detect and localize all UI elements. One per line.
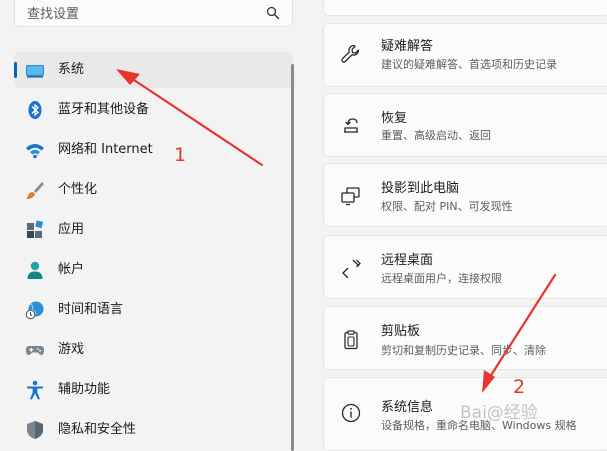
globe-clock-icon (25, 301, 44, 320)
annotation-marker-2: 2 (513, 376, 526, 398)
sidebar-scrollbar[interactable] (291, 64, 294, 451)
recovery-icon (344, 118, 358, 133)
wifi-icon (26, 144, 44, 159)
sidebar-item-apps[interactable]: 应用 (14, 212, 293, 248)
card-project-to-pc[interactable]: 投影到此电脑 权限、配对 PIN、可发现性 (323, 163, 607, 227)
sidebar-item-label: 系统 (58, 62, 85, 77)
sidebar-item-label: 时间和语言 (58, 302, 124, 317)
card-subtitle: 权限、配对 PIN、可发现性 (381, 200, 513, 213)
project-icon (341, 187, 360, 206)
watermark: Bai@经验 (460, 403, 538, 423)
sidebar-item-label: 游戏 (58, 342, 85, 357)
sidebar-item-label: 帐户 (58, 262, 85, 277)
brush-icon (26, 182, 44, 199)
sidebar-item-network[interactable]: 网络和 Internet (14, 132, 293, 168)
sidebar-item-personalization[interactable]: 个性化 (14, 172, 293, 208)
clipboard-icon (344, 330, 358, 350)
wrench-icon (341, 44, 360, 63)
shield-icon (27, 421, 43, 439)
account-icon (27, 261, 43, 279)
card-title: 远程桌面 (381, 253, 434, 268)
card-title: 剪贴板 (381, 324, 421, 339)
remote-desktop-icon (342, 259, 361, 279)
sidebar-item-time-language[interactable]: 时间和语言 (14, 292, 293, 328)
sidebar-item-label: 网络和 Internet (58, 142, 153, 157)
info-icon (341, 403, 361, 423)
card-troubleshoot[interactable]: 疑难解答 建议的疑难解答、首选项和历史记录 (323, 23, 607, 87)
apps-icon (27, 220, 44, 238)
sidebar-item-label: 蓝牙和其他设备 (58, 102, 150, 117)
card-clipboard[interactable]: 剪贴板 剪切和复制历史记录、同步、清除 (323, 306, 607, 370)
card-title: 投影到此电脑 (381, 181, 460, 196)
system-display-icon (26, 65, 44, 78)
sidebar-item-accessibility[interactable]: 辅助功能 (14, 372, 293, 408)
sidebar-item-privacy[interactable]: 隐私和安全性 (14, 412, 293, 448)
card-recovery[interactable]: 恢复 重置、高级启动、返回 (323, 93, 607, 157)
sidebar-item-label: 个性化 (58, 182, 98, 197)
card-title: 疑难解答 (381, 39, 434, 54)
annotation-marker-1: 1 (174, 144, 187, 166)
bluetooth-icon (28, 101, 42, 119)
gamepad-icon (26, 346, 44, 355)
card-remote-desktop[interactable]: 远程桌面 远程桌面用户，连接权限 (323, 235, 607, 299)
sidebar-item-system[interactable]: 系统 (14, 52, 293, 88)
sidebar-item-label: 应用 (58, 222, 85, 237)
sidebar-item-label: 辅助功能 (58, 382, 111, 397)
card-subtitle: 建议的疑难解答、首选项和历史记录 (381, 58, 557, 71)
active-indicator (14, 62, 17, 78)
search-input[interactable] (25, 3, 259, 25)
card-partial[interactable] (323, 0, 607, 16)
card-subtitle: 重置、高级启动、返回 (381, 129, 491, 142)
sidebar-item-label: 隐私和安全性 (58, 422, 137, 437)
sidebar-item-bluetooth[interactable]: 蓝牙和其他设备 (14, 92, 293, 128)
card-subtitle: 远程桌面用户，连接权限 (381, 272, 502, 285)
card-title: 恢复 (381, 111, 408, 126)
card-title: 系统信息 (381, 400, 434, 415)
sidebar-item-gaming[interactable]: 游戏 (14, 332, 293, 368)
search-icon[interactable] (266, 6, 280, 20)
sidebar-item-accounts[interactable]: 帐户 (14, 252, 293, 288)
search-box[interactable] (14, 0, 293, 27)
card-subtitle: 剪切和复制历史记录、同步、清除 (381, 344, 546, 357)
accessibility-icon (27, 380, 43, 400)
